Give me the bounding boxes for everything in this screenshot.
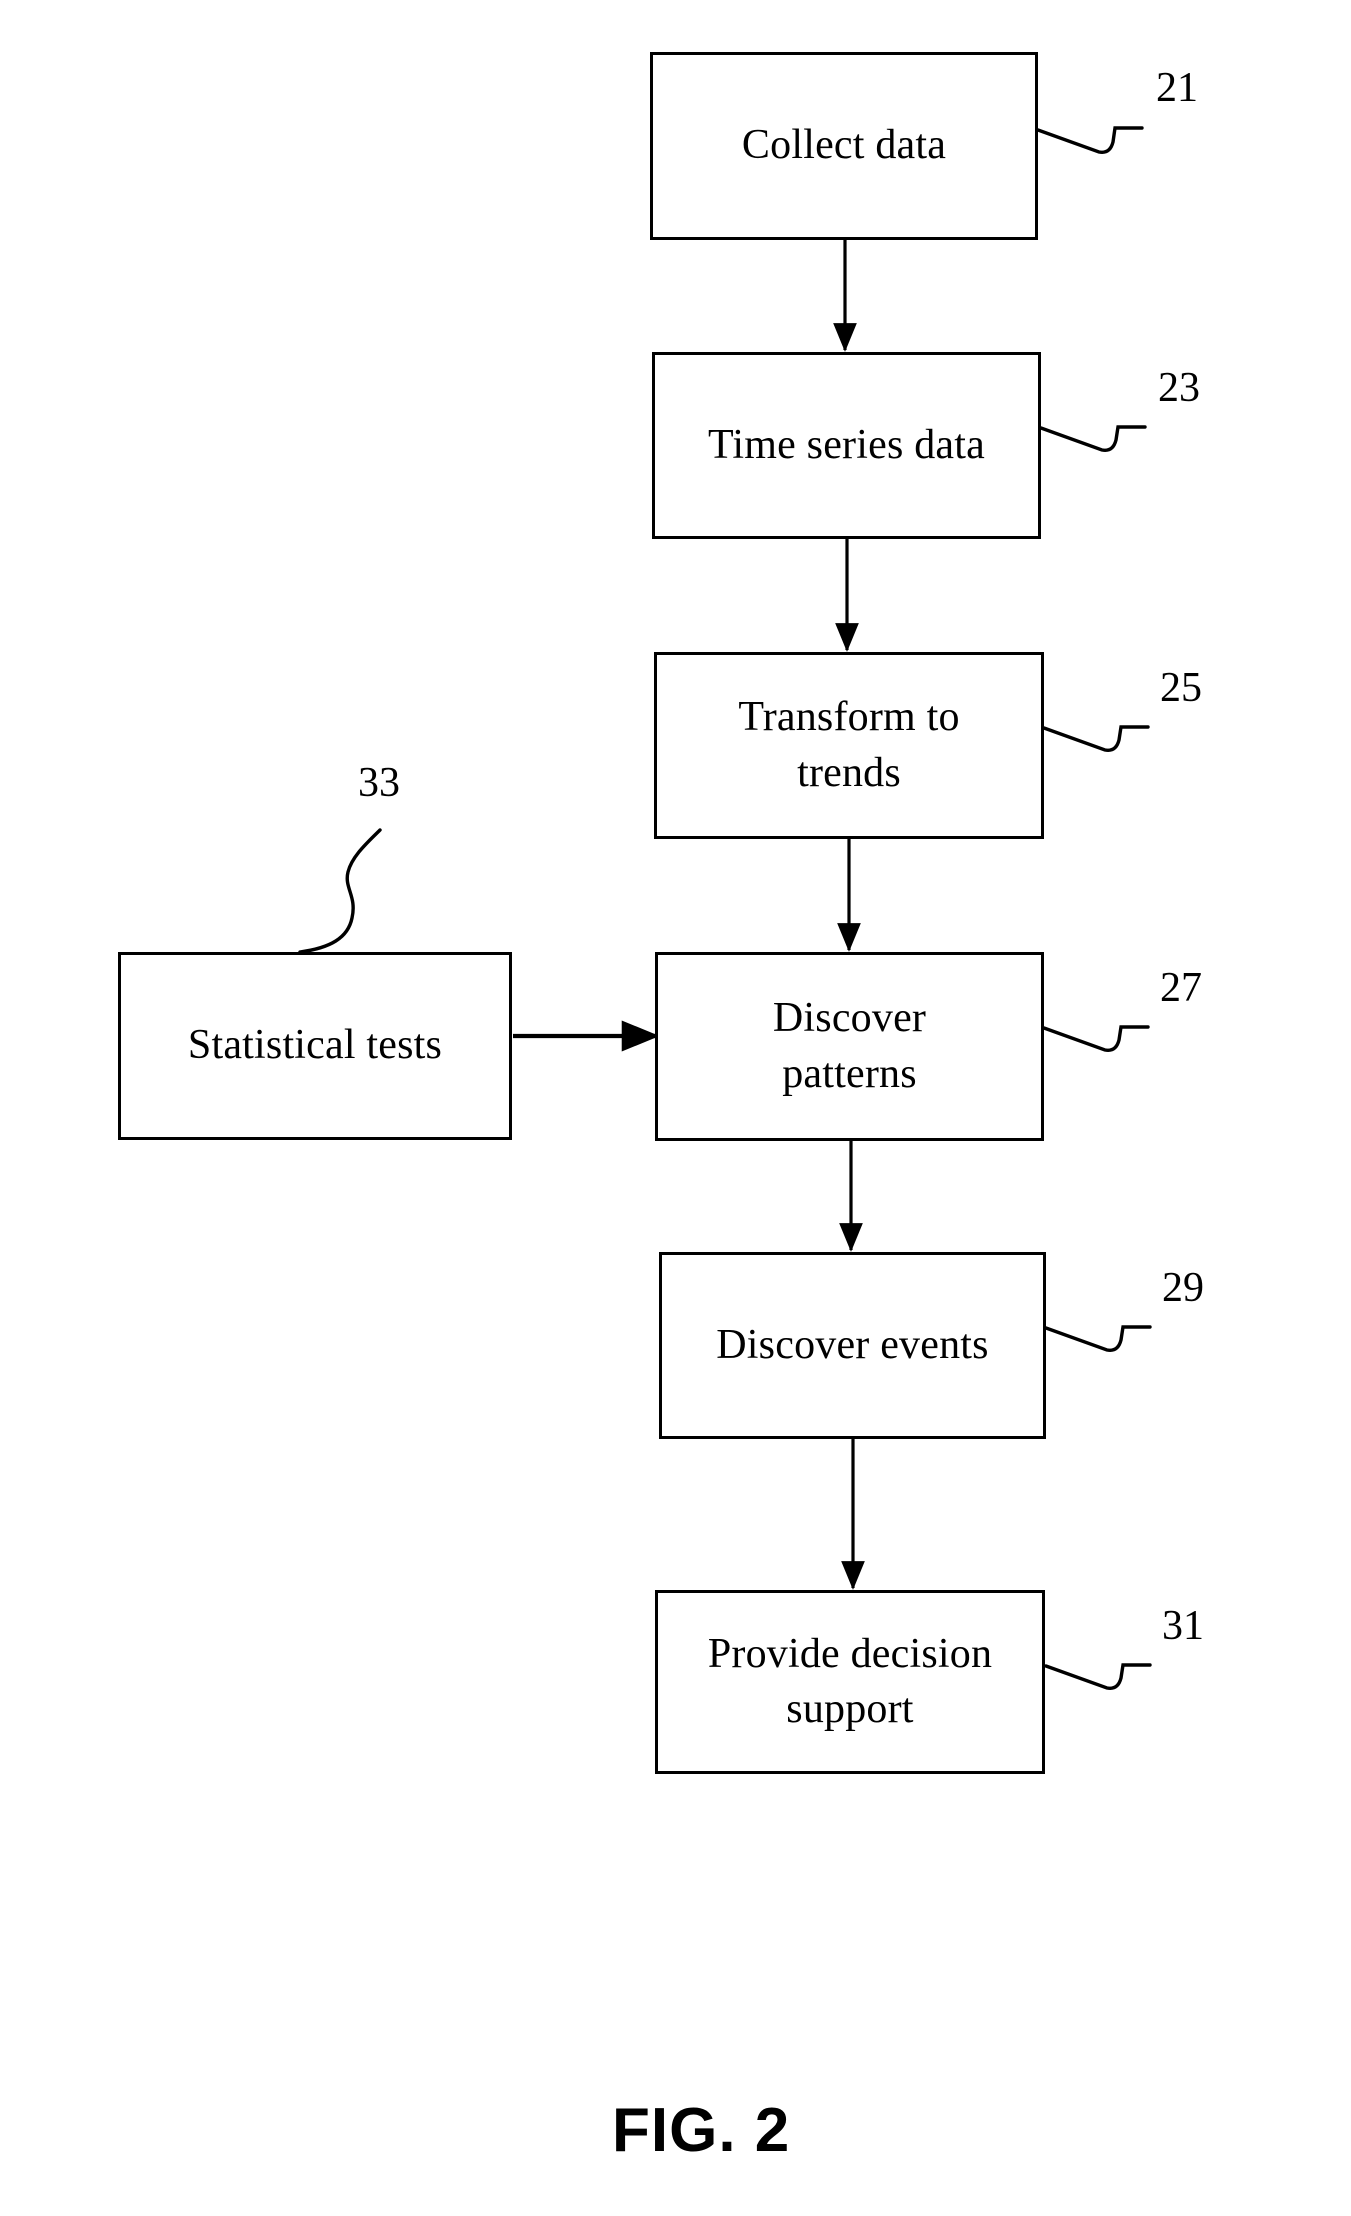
box-statistical-tests[interactable]: Statistical tests bbox=[118, 952, 512, 1140]
box-label-discover-patterns: Discover patterns bbox=[772, 995, 927, 1097]
reference-numeral-27: 27 bbox=[1160, 965, 1202, 1011]
box-time-series-data[interactable]: Time series data bbox=[652, 352, 1041, 539]
reference-numeral-21: 21 bbox=[1156, 65, 1198, 111]
box-collect-data[interactable]: Collect data bbox=[650, 52, 1038, 240]
box-label-provide-decision-support: Provide decision support bbox=[707, 1630, 993, 1732]
leader-line-21 bbox=[1036, 126, 1144, 154]
leader-line-23 bbox=[1039, 425, 1147, 452]
leader-line-27 bbox=[1042, 1025, 1150, 1052]
reference-numeral-29: 29 bbox=[1162, 1265, 1204, 1311]
leader-line-25 bbox=[1042, 725, 1150, 752]
box-label-transform-to-trends: Transform to trends bbox=[738, 694, 960, 796]
reference-numeral-25: 25 bbox=[1160, 665, 1202, 711]
leader-line-29 bbox=[1044, 1325, 1152, 1352]
figure-caption: FIG. 2 bbox=[612, 2096, 791, 2165]
box-provide-decision-support[interactable]: Provide decision support bbox=[655, 1590, 1045, 1774]
leader-line-33 bbox=[298, 828, 382, 954]
reference-numeral-23: 23 bbox=[1158, 365, 1200, 411]
box-discover-events[interactable]: Discover events bbox=[659, 1252, 1046, 1439]
box-label-statistical-tests: Statistical tests bbox=[187, 1022, 443, 1069]
box-discover-patterns[interactable]: Discover patterns bbox=[655, 952, 1044, 1141]
leader-line-31 bbox=[1044, 1663, 1152, 1690]
box-label-discover-events: Discover events bbox=[716, 1321, 989, 1368]
reference-numeral-31: 31 bbox=[1162, 1603, 1204, 1649]
box-label-time-series-data: Time series data bbox=[708, 421, 985, 468]
box-label-collect-data: Collect data bbox=[741, 122, 947, 169]
box-transform-to-trends[interactable]: Transform to trends bbox=[654, 652, 1044, 839]
reference-numeral-33: 33 bbox=[358, 760, 400, 806]
figure-page: Collect data Time series data Transform … bbox=[0, 0, 1351, 2216]
